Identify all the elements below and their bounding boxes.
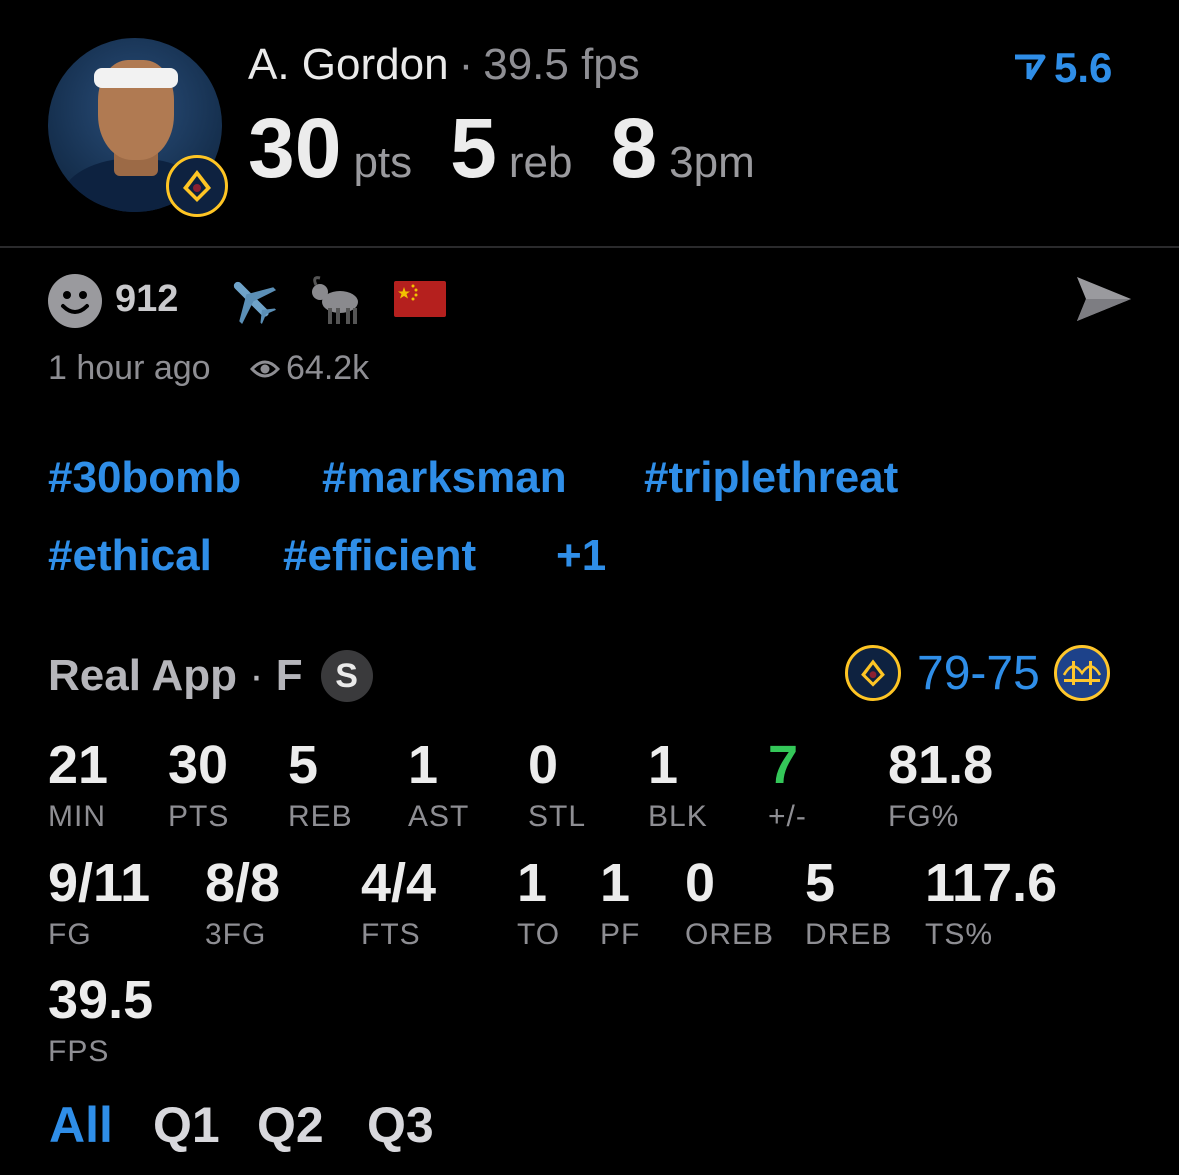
player-fps: 39.5 fps	[483, 40, 640, 89]
game-source: Real App · F S	[48, 650, 373, 702]
stat-value: 1	[517, 853, 548, 913]
headline-rebounds-value: 5	[450, 101, 497, 195]
home-score: 79	[917, 646, 971, 700]
tag-30bomb[interactable]: #30bomb	[48, 453, 241, 503]
separator-dot: ·	[458, 40, 474, 89]
game-score[interactable]: 79-75	[845, 645, 1110, 701]
tag-ethical[interactable]: #ethical	[48, 531, 212, 581]
stat-to: 1 TO	[517, 856, 560, 952]
stat-value: 8/8	[205, 853, 281, 913]
eye-icon	[250, 360, 280, 377]
stat-value: 30	[168, 735, 229, 795]
headline-points-unit: pts	[353, 138, 413, 187]
headline-threes-value: 8	[610, 101, 658, 195]
smiley-reaction-icon[interactable]	[48, 274, 102, 328]
stat-reb: 5 REB	[288, 738, 353, 834]
airplane-icon[interactable]	[224, 272, 280, 328]
china-flag-icon[interactable]	[392, 272, 448, 328]
rating-value: 5.6	[1054, 44, 1113, 91]
stat-value: 39.5	[48, 970, 154, 1030]
rating-arrow-icon	[1015, 54, 1046, 81]
stat-value: 5	[805, 853, 836, 913]
nuggets-logo-icon	[166, 155, 228, 217]
stat-ts-pct: 117.6 TS%	[925, 856, 1057, 952]
stat-plus-minus: 7 +/-	[768, 738, 807, 834]
score-separator: -	[970, 646, 987, 700]
stat-label: FPS	[48, 1035, 110, 1068]
tag-triplethreat[interactable]: #triplethreat	[644, 453, 898, 503]
stat-ast: 1 AST	[408, 738, 469, 834]
tag-more-button[interactable]: +1	[556, 531, 606, 581]
tab-q2[interactable]: Q2	[257, 1096, 324, 1154]
player-name-line: A. Gordon · 39.5 fps	[248, 40, 640, 90]
share-send-icon[interactable]	[1074, 274, 1134, 324]
stat-value: 0	[528, 735, 559, 795]
tag-efficient[interactable]: #efficient	[283, 531, 476, 581]
tag-marksman[interactable]: #marksman	[322, 453, 567, 503]
stat-value: 7	[768, 735, 799, 795]
goat-icon[interactable]	[308, 272, 364, 328]
stat-value: 5	[288, 735, 319, 795]
stat-stl: 0 STL	[528, 738, 586, 834]
stat-label: PTS	[168, 800, 230, 833]
headline-stats: 30 pts 5 reb 8 3pm	[248, 100, 793, 197]
stat-min: 21 MIN	[48, 738, 108, 834]
tab-all[interactable]: All	[49, 1096, 113, 1154]
stat-value: 21	[48, 735, 109, 795]
stat-label: FG	[48, 918, 92, 951]
stat-fts: 4/4 FTS	[361, 856, 436, 952]
stat-pf: 1 PF	[600, 856, 640, 952]
stat-label: TO	[517, 918, 561, 951]
stat-label: PF	[600, 918, 641, 951]
headline-points-value: 30	[248, 101, 342, 195]
stat-label: +/-	[768, 800, 807, 833]
tab-q1[interactable]: Q1	[153, 1096, 220, 1154]
stat-value: 1	[600, 853, 631, 913]
view-count: 64.2k	[250, 349, 369, 388]
stat-value: 9/11	[48, 853, 151, 913]
stat-label: FTS	[361, 918, 421, 951]
stat-label: DREB	[805, 918, 893, 951]
stat-fg-pct: 81.8 FG%	[888, 738, 993, 834]
game-source-name: Real App	[48, 651, 238, 700]
starter-badge: S	[320, 650, 373, 702]
warriors-logo-icon	[1053, 645, 1110, 701]
stat-3fg: 8/8 3FG	[205, 856, 280, 952]
stat-label: FG%	[888, 800, 960, 833]
stat-value: 117.6	[925, 853, 1058, 913]
away-score: 75	[986, 646, 1040, 700]
header-divider	[0, 246, 1179, 248]
stat-label: MIN	[48, 800, 106, 833]
stat-fps: 39.5 FPS	[48, 973, 153, 1069]
stat-dreb: 5 DREB	[805, 856, 892, 952]
stat-value: 4/4	[361, 853, 437, 913]
stat-label: BLK	[648, 800, 708, 833]
stat-blk: 1 BLK	[648, 738, 708, 834]
stat-pts: 30 PTS	[168, 738, 229, 834]
stat-label: OREB	[685, 918, 775, 951]
stat-value: 1	[408, 735, 439, 795]
nuggets-logo-icon	[845, 645, 901, 701]
stat-label: AST	[408, 800, 470, 833]
player-name[interactable]: A. Gordon	[248, 40, 449, 89]
stat-label: 3FG	[205, 918, 267, 951]
game-position: F	[275, 651, 303, 700]
reaction-count: 912	[115, 278, 179, 320]
stat-fg: 9/11 FG	[48, 856, 150, 952]
stat-value: 0	[685, 853, 716, 913]
headline-threes-unit: 3pm	[669, 138, 755, 187]
view-count-value: 64.2k	[286, 349, 370, 387]
rating-badge[interactable]: 5.6	[1012, 44, 1112, 92]
stat-label: REB	[288, 800, 353, 833]
separator-dot: ·	[249, 651, 264, 700]
post-time: 1 hour ago	[48, 349, 211, 387]
stat-label: TS%	[925, 918, 994, 951]
stat-oreb: 0 OREB	[685, 856, 774, 952]
tab-q3[interactable]: Q3	[367, 1096, 434, 1154]
stat-label: STL	[528, 800, 587, 833]
stat-value: 1	[648, 735, 679, 795]
stat-value: 81.8	[888, 735, 994, 795]
headline-rebounds-unit: reb	[508, 138, 573, 187]
